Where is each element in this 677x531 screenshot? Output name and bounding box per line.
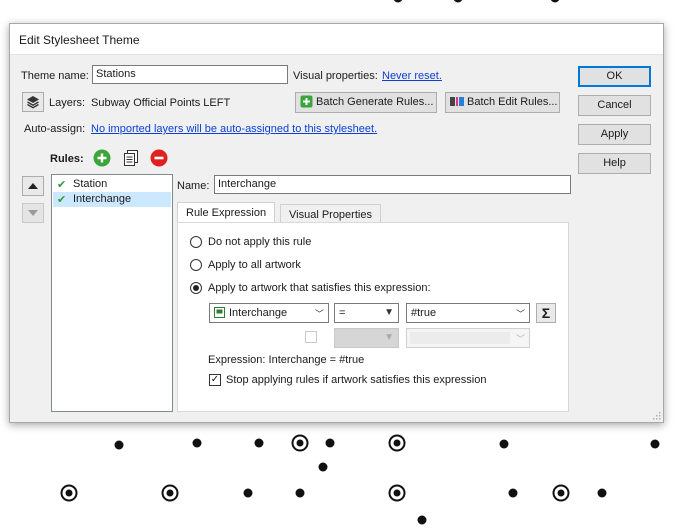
stop-applying-label: Stop applying rules if artwork satisfies… [226,374,487,386]
station-point [499,439,509,449]
station-point [650,439,660,449]
sigma-icon: Σ [541,305,551,321]
batch-edit-icon [450,97,464,106]
layers-button[interactable] [22,92,44,112]
edit-stylesheet-theme-dialog: Edit Stylesheet Theme Theme name: Statio… [9,23,664,423]
station-point [453,0,463,3]
remove-rule-icon [150,149,168,167]
rule-name: Station [73,178,108,190]
dropdown-arrow-icon: ▼ [384,332,394,343]
radio-apply-expression-label: Apply to artwork that satisfies this exp… [208,282,431,294]
chevron-down-icon: ﹀ [314,309,324,319]
layers-label: Layers: [49,97,86,109]
cancel-button[interactable]: Cancel [578,95,651,116]
duplicate-rule-button[interactable] [120,148,142,168]
add-rule-button[interactable] [91,148,113,168]
batch-generate-rules-label: Batch Generate Rules... [316,96,434,108]
batch-generate-icon [300,95,313,108]
add-rule-icon [93,149,111,167]
rule-name: Interchange [73,193,132,205]
station-point [254,438,264,448]
tab-visual-properties[interactable]: Visual Properties [280,204,381,224]
value-select-value: #true [411,307,437,319]
rule-name-label: Name: [177,180,210,192]
chevron-down-icon: ﹀ [515,334,525,344]
dialog-titlebar[interactable]: Edit Stylesheet Theme [10,24,663,55]
tab-rule-expression[interactable]: Rule Expression [177,202,276,224]
theme-name-label: Theme name: [21,70,89,82]
station-point [114,440,124,450]
apply-button[interactable]: Apply [578,124,651,145]
attribute-select-value: Interchange [229,307,288,319]
ok-button[interactable]: OK [578,66,651,87]
auto-assign-link[interactable]: No imported layers will be auto-assigned… [91,123,377,135]
radio-do-not-apply[interactable] [190,236,202,248]
value-select[interactable]: #true ﹀ [406,303,530,323]
station-point [417,515,427,525]
radio-apply-expression[interactable] [190,282,202,294]
rule-item-interchange[interactable]: ✔ Interchange [53,192,171,207]
station-point [508,488,518,498]
station-point [192,438,202,448]
interchange-point-center [557,489,565,497]
interchange-point-center [296,439,304,447]
batch-generate-rules-button[interactable]: Batch Generate Rules... [295,92,437,113]
interchange-point-center [65,489,73,497]
auto-assign-label: Auto-assign: [24,123,86,135]
station-point [295,488,305,498]
help-button[interactable]: Help [578,153,651,174]
move-rule-up-button[interactable] [22,176,44,196]
second-value-select[interactable]: ﹀ [406,328,530,348]
radio-do-not-apply-label: Do not apply this rule [208,236,312,248]
station-point [550,0,560,3]
remove-rule-button[interactable] [148,148,170,168]
batch-edit-rules-label: Batch Edit Rules... [467,96,558,108]
duplicate-rule-icon [124,150,138,166]
station-point [243,488,253,498]
batch-edit-rules-button[interactable]: Batch Edit Rules... [445,92,560,113]
chevron-down-icon: ﹀ [515,309,525,319]
radio-apply-all-label: Apply to all artwork [208,259,301,271]
layers-value: Subway Official Points LEFT [91,97,231,109]
visual-properties-link[interactable]: Never reset. [382,70,442,82]
interchange-point-center [393,439,401,447]
move-down-icon [28,210,38,216]
station-point [393,0,403,3]
theme-name-input[interactable]: Stations [92,65,288,84]
attribute-icon [214,307,225,318]
resize-grip-icon[interactable] [651,410,661,420]
stop-applying-checkbox[interactable]: ✓ [209,374,221,386]
rule-expression-panel: Do not apply this rule Apply to all artw… [177,222,569,412]
station-point [318,462,328,472]
second-condition-checkbox[interactable] [305,331,317,343]
visual-properties-label: Visual properties: [293,70,378,82]
layers-icon [27,96,39,109]
check-icon: ✔ [57,179,67,191]
expression-text: Expression: Interchange = #true [208,354,365,366]
second-operator-select[interactable]: ▼ [334,328,399,348]
attribute-select[interactable]: Interchange ﹀ [209,303,329,323]
dialog-title: Edit Stylesheet Theme [19,33,140,47]
check-icon: ✔ [57,194,67,206]
interchange-point-center [393,489,401,497]
station-point [597,488,607,498]
expression-builder-button[interactable]: Σ [536,303,556,323]
interchange-point-center [166,489,174,497]
radio-apply-all[interactable] [190,259,202,271]
move-rule-down-button[interactable] [22,203,44,223]
dropdown-arrow-icon: ▼ [384,307,394,318]
rule-item-station[interactable]: ✔ Station [53,177,171,192]
rules-list[interactable]: ✔ Station ✔ Interchange [51,174,173,412]
operator-select[interactable]: = ▼ [334,303,399,323]
operator-select-value: = [339,307,346,319]
rule-name-input[interactable]: Interchange [214,175,571,194]
rules-label: Rules: [50,153,84,165]
move-up-icon [28,183,38,189]
station-point [325,438,335,448]
